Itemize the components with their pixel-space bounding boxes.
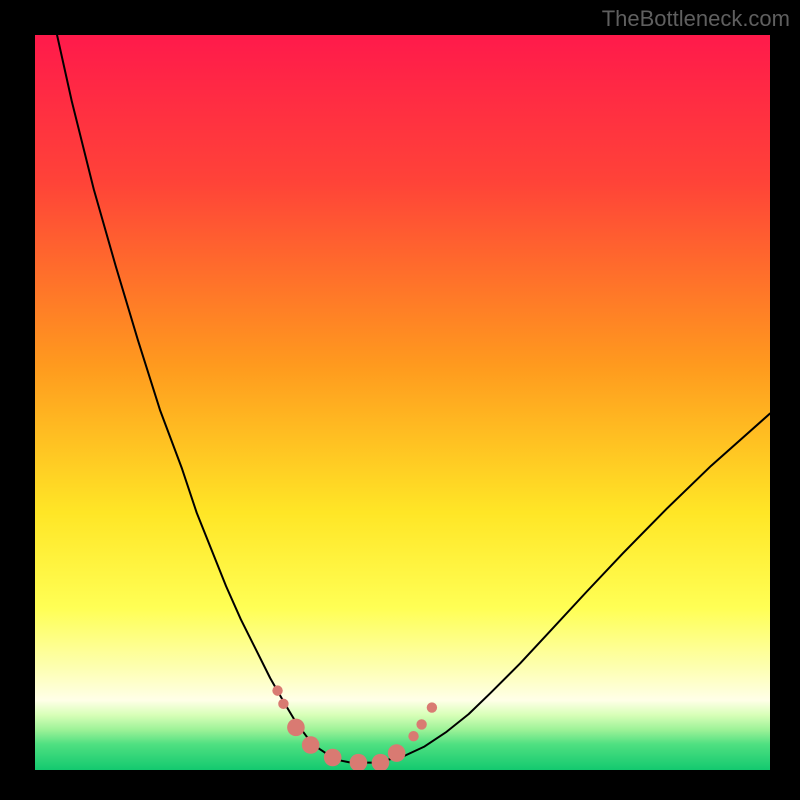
outer-frame: TheBottleneck.com [0,0,800,800]
watermark-text: TheBottleneck.com [602,6,790,32]
data-marker [272,685,282,695]
chart-svg [35,35,770,770]
chart-area [35,35,770,770]
data-marker [324,749,342,767]
data-marker [287,719,305,737]
data-marker [408,731,418,741]
data-marker [302,736,320,754]
gradient-background [35,35,770,770]
data-marker [388,744,406,762]
data-marker [278,699,288,709]
data-marker [427,702,437,712]
data-marker [416,719,426,729]
